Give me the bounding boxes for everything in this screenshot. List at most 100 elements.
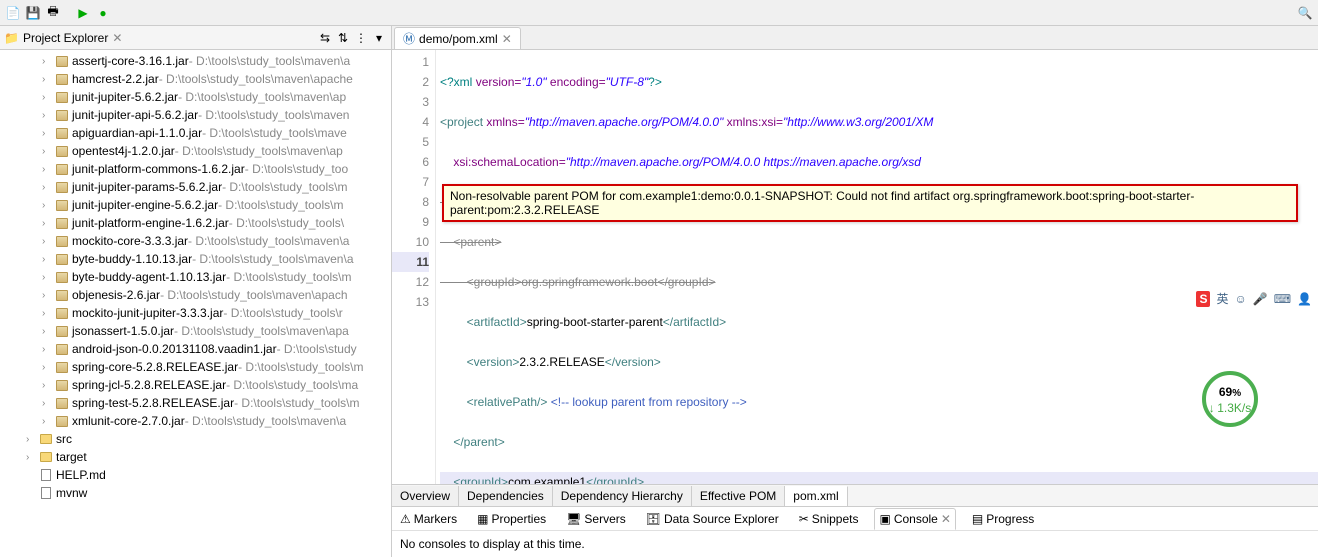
- code-text: <version>: [467, 355, 520, 369]
- code-text: <groupId>: [453, 475, 508, 484]
- tree-item-jar[interactable]: ›junit-jupiter-api-5.6.2.jar - D:\tools\…: [0, 106, 391, 124]
- tree-item-jar[interactable]: ›junit-jupiter-engine-5.6.2.jar - D:\too…: [0, 196, 391, 214]
- close-icon[interactable]: ✕: [941, 512, 951, 526]
- collapse-all-icon[interactable]: ⇆: [317, 30, 333, 46]
- editor-bottom-tab[interactable]: Effective POM: [692, 486, 785, 506]
- tree-item-jar[interactable]: ›junit-jupiter-params-5.6.2.jar - D:\too…: [0, 178, 391, 196]
- tree-item-jar[interactable]: ›junit-jupiter-5.6.2.jar - D:\tools\stud…: [0, 88, 391, 106]
- view-tab-icon: ⚠: [400, 512, 411, 526]
- toolbar-icon[interactable]: 💾: [24, 4, 42, 22]
- ime-lang[interactable]: 英: [1216, 290, 1228, 307]
- view-tab-icon: ✂: [799, 512, 809, 526]
- code-text: encoding=: [547, 75, 606, 89]
- code-text: </artifactId>: [663, 315, 726, 329]
- tree-item-jar[interactable]: ›junit-platform-commons-1.6.2.jar - D:\t…: [0, 160, 391, 178]
- tree-item-jar[interactable]: ›assertj-core-3.16.1.jar - D:\tools\stud…: [0, 52, 391, 70]
- line-gutter: 12345678910111213: [392, 50, 436, 484]
- view-tab-servers[interactable]: 🖥Servers: [562, 512, 630, 526]
- code-text: xsi:schemaLocation=: [453, 155, 565, 169]
- line-number: 13: [392, 292, 429, 312]
- code-text: </groupId>: [586, 475, 644, 484]
- person-icon[interactable]: 👤: [1297, 292, 1312, 306]
- explorer-header: 📁 Project Explorer ✕ ⇆ ⇅ ⋮ ▾: [0, 26, 391, 50]
- tree-item-jar[interactable]: ›byte-buddy-agent-1.10.13.jar - D:\tools…: [0, 268, 391, 286]
- editor-bottom-tab[interactable]: Overview: [392, 486, 459, 506]
- tree-item-folder[interactable]: ›src: [0, 430, 391, 448]
- code-text: "1.0": [521, 75, 546, 89]
- tree-item-jar[interactable]: ›android-json-0.0.20131108.vaadin1.jar -…: [0, 340, 391, 358]
- view-tab-console[interactable]: ▣Console ✕: [874, 508, 955, 530]
- line-number: 1: [392, 52, 429, 72]
- debug-icon[interactable]: ▶: [74, 4, 92, 22]
- close-icon[interactable]: ✕: [112, 31, 122, 45]
- line-number: 7: [392, 172, 429, 192]
- editor-body: 12345678910111213 <?xml version="1.0" en…: [392, 50, 1318, 484]
- search-icon[interactable]: 🔍: [1296, 4, 1314, 22]
- tree-item-folder[interactable]: ›target: [0, 448, 391, 466]
- code-text: com.example1: [508, 475, 586, 484]
- file-icon: Ⓜ: [403, 30, 415, 47]
- editor-bottom-tab[interactable]: Dependencies: [459, 486, 553, 506]
- mic-icon[interactable]: 🎤: [1253, 292, 1268, 306]
- tree-item-jar[interactable]: ›jsonassert-1.5.0.jar - D:\tools\study_t…: [0, 322, 391, 340]
- view-tab-markers[interactable]: ⚠Markers: [396, 512, 461, 526]
- tree-item-file[interactable]: mvnw: [0, 484, 391, 502]
- editor-tab-pom[interactable]: Ⓜ demo/pom.xml ✕: [394, 27, 521, 49]
- code-text: ?>: [648, 75, 662, 89]
- tree-item-jar[interactable]: ›opentest4j-1.2.0.jar - D:\tools\study_t…: [0, 142, 391, 160]
- line-number: 6: [392, 152, 429, 172]
- tree-item-jar[interactable]: ›byte-buddy-1.10.13.jar - D:\tools\study…: [0, 250, 391, 268]
- filter-icon[interactable]: ⋮: [353, 30, 369, 46]
- close-icon[interactable]: ✕: [502, 32, 512, 46]
- line-number: 10: [392, 232, 429, 252]
- code-text: "UTF-8": [606, 75, 649, 89]
- view-tab-data-source-explorer[interactable]: 🗄Data Source Explorer: [642, 512, 783, 526]
- menu-icon[interactable]: ▾: [371, 30, 387, 46]
- tree-item-jar[interactable]: ›mockito-junit-jupiter-3.3.3.jar - D:\to…: [0, 304, 391, 322]
- tree-item-file[interactable]: HELP.md: [0, 466, 391, 484]
- explorer-icon: 📁: [4, 31, 19, 45]
- tree-item-jar[interactable]: ›spring-core-5.2.8.RELEASE.jar - D:\tool…: [0, 358, 391, 376]
- code-text: <project: [440, 115, 486, 129]
- views-area: ⚠Markers ▦Properties 🖥Servers 🗄Data Source …: [392, 506, 1318, 557]
- line-number: 4: [392, 112, 429, 132]
- code-text: xmlns=: [486, 115, 524, 129]
- main-area: 📁 Project Explorer ✕ ⇆ ⇅ ⋮ ▾ ›assertj-co…: [0, 26, 1318, 557]
- main-toolbar: 📄 💾 🖶 ▶ ● 🔍: [0, 0, 1318, 26]
- toolbar-icon[interactable]: 🖶: [44, 4, 62, 22]
- tree-item-jar[interactable]: ›spring-test-5.2.8.RELEASE.jar - D:\tool…: [0, 394, 391, 412]
- editor-area: Ⓜ demo/pom.xml ✕ 12345678910111213 <?xml…: [392, 26, 1318, 557]
- speed-unit: %: [1232, 388, 1241, 399]
- tree-item-jar[interactable]: ›apiguardian-api-1.1.0.jar - D:\tools\st…: [0, 124, 391, 142]
- code-text: <?xml: [440, 75, 476, 89]
- editor-bottom-tab[interactable]: Dependency Hierarchy: [553, 486, 692, 506]
- code-text: </parent>: [453, 435, 504, 449]
- line-number: 12: [392, 272, 429, 292]
- error-tooltip: Non-resolvable parent POM for com.exampl…: [442, 184, 1298, 222]
- link-editor-icon[interactable]: ⇅: [335, 30, 351, 46]
- editor-bottom-tab[interactable]: pom.xml: [785, 486, 847, 506]
- speed-ring[interactable]: 69% ↓ 1.3K/s: [1202, 371, 1258, 427]
- tree-item-jar[interactable]: ›objenesis-2.6.jar - D:\tools\study_tool…: [0, 286, 391, 304]
- views-tabs: ⚠Markers ▦Properties 🖥Servers 🗄Data Source …: [392, 507, 1318, 531]
- tree-item-jar[interactable]: ›spring-jcl-5.2.8.RELEASE.jar - D:\tools…: [0, 376, 391, 394]
- tree-item-jar[interactable]: ›hamcrest-2.2.jar - D:\tools\study_tools…: [0, 70, 391, 88]
- code-text: <!-- lookup parent from repository -->: [547, 395, 746, 409]
- view-tab-snippets[interactable]: ✂Snippets: [795, 512, 863, 526]
- view-tab-icon: ▤: [972, 512, 983, 526]
- view-tab-properties[interactable]: ▦Properties: [473, 512, 550, 526]
- run-icon[interactable]: ●: [94, 4, 112, 22]
- console-body: No consoles to display at this time.: [392, 531, 1318, 557]
- emoji-icon[interactable]: ☺: [1235, 292, 1247, 306]
- view-tab-progress[interactable]: ▤Progress: [968, 512, 1038, 526]
- tree-item-jar[interactable]: ›mockito-core-3.3.3.jar - D:\tools\study…: [0, 232, 391, 250]
- code-text: "http://maven.apache.org/POM/4.0.0 https…: [566, 155, 921, 169]
- toolbar-icon[interactable]: 📄: [4, 4, 22, 22]
- tree-item-jar[interactable]: ›xmlunit-core-2.7.0.jar - D:\tools\study…: [0, 412, 391, 430]
- ime-logo-icon[interactable]: S: [1196, 291, 1210, 307]
- explorer-tree[interactable]: ›assertj-core-3.16.1.jar - D:\tools\stud…: [0, 50, 391, 557]
- keyboard-icon[interactable]: ⌨: [1274, 292, 1291, 306]
- line-number: 2: [392, 72, 429, 92]
- code-area[interactable]: <?xml version="1.0" encoding="UTF-8"?> <…: [436, 50, 1318, 484]
- tree-item-jar[interactable]: ›junit-platform-engine-1.6.2.jar - D:\to…: [0, 214, 391, 232]
